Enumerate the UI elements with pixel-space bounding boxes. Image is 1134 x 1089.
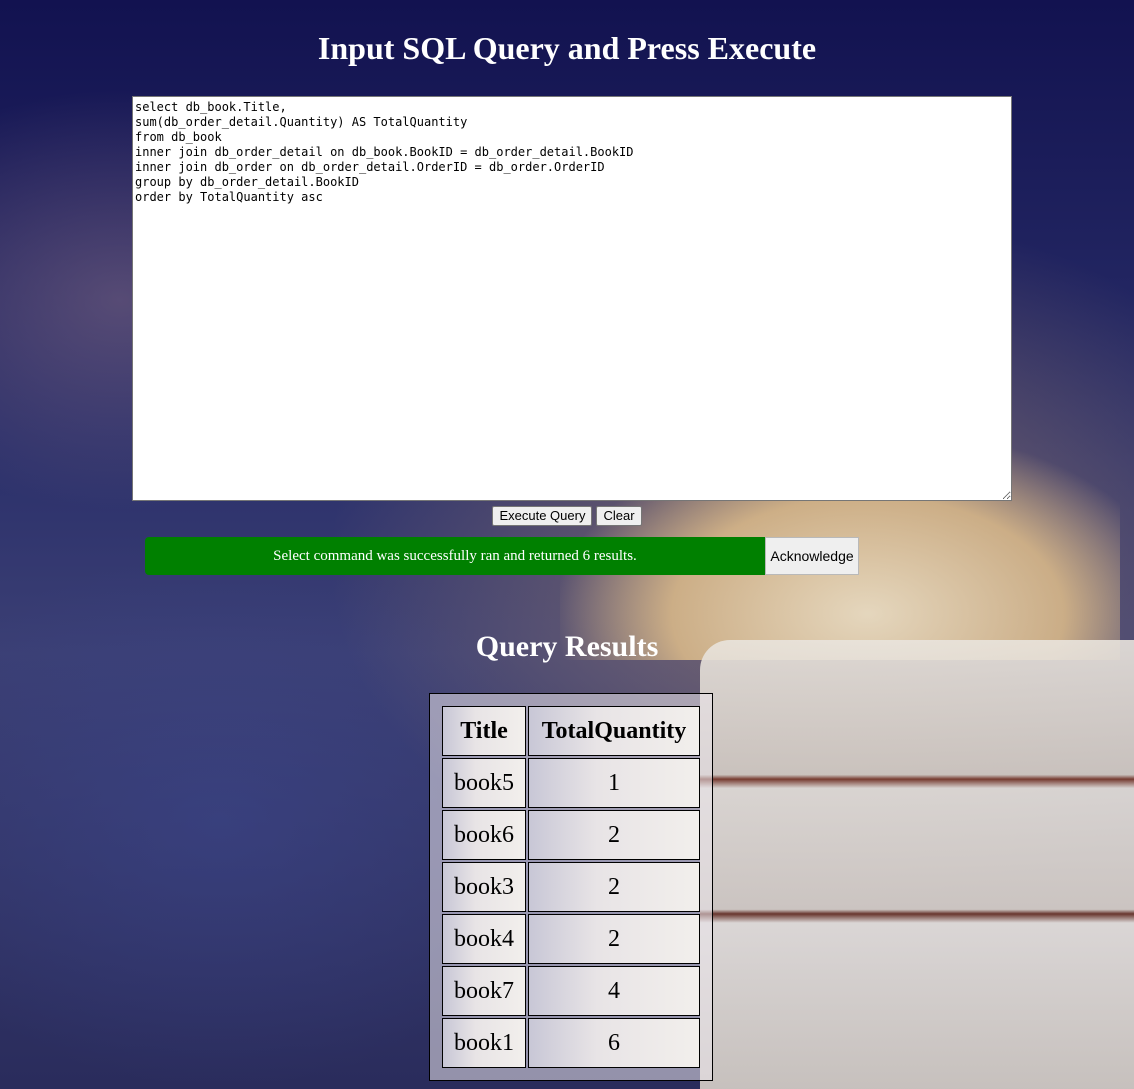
status-message: Select command was successfully ran and … xyxy=(145,537,765,575)
query-button-row: Execute Query Clear xyxy=(0,506,1134,526)
execute-query-button[interactable]: Execute Query xyxy=(492,506,593,526)
table-row: book4 2 xyxy=(442,914,700,964)
acknowledge-button[interactable]: Acknowledge xyxy=(765,537,859,575)
cell-title: book6 xyxy=(442,810,526,860)
table-row: book7 4 xyxy=(442,966,700,1016)
column-header-title: Title xyxy=(442,706,526,756)
clear-button[interactable]: Clear xyxy=(596,506,642,526)
cell-totalquantity: 1 xyxy=(528,758,700,808)
cell-totalquantity: 6 xyxy=(528,1018,700,1068)
results-table: Title TotalQuantity book5 1 book6 2 book… xyxy=(429,693,713,1081)
cell-totalquantity: 4 xyxy=(528,966,700,1016)
cell-totalquantity: 2 xyxy=(528,914,700,964)
background-book-stack xyxy=(700,640,1134,1089)
cell-title: book1 xyxy=(442,1018,526,1068)
table-header-row: Title TotalQuantity xyxy=(442,706,700,756)
cell-totalquantity: 2 xyxy=(528,862,700,912)
cell-title: book4 xyxy=(442,914,526,964)
table-row: book3 2 xyxy=(442,862,700,912)
results-title: Query Results xyxy=(475,630,659,663)
cell-title: book3 xyxy=(442,862,526,912)
page-title: Input SQL Query and Press Execute xyxy=(317,30,817,66)
sql-query-input[interactable]: select db_book.Title, sum(db_order_detai… xyxy=(132,96,1012,501)
cell-title: book7 xyxy=(442,966,526,1016)
table-row: book5 1 xyxy=(442,758,700,808)
table-row: book6 2 xyxy=(442,810,700,860)
table-row: book1 6 xyxy=(442,1018,700,1068)
column-header-totalquantity: TotalQuantity xyxy=(528,706,700,756)
cell-title: book5 xyxy=(442,758,526,808)
cell-totalquantity: 2 xyxy=(528,810,700,860)
